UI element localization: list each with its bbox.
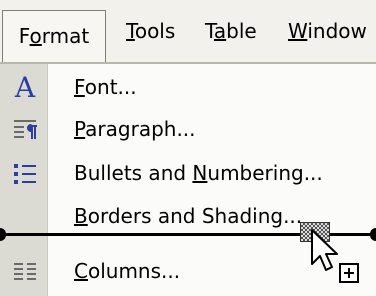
drop-line-right-cap — [370, 228, 376, 241]
paragraph-icon — [14, 120, 37, 139]
columns-icon — [14, 263, 36, 280]
menu-table-label: Table — [205, 19, 257, 43]
menu-item-bullets-label: Bullets and Numbering... — [74, 161, 323, 185]
menu-table[interactable]: Table — [205, 0, 257, 62]
menu-item-bullets-numbering[interactable]: Bullets and Numbering... — [0, 150, 376, 197]
menu-item-borders-label: Borders and Shading... — [74, 204, 303, 228]
menu-item-columns-label: Columns... — [74, 259, 181, 283]
menu-window[interactable]: Window — [288, 0, 367, 62]
font-icon: A — [14, 71, 36, 104]
menu-item-paragraph[interactable]: Paragraph... — [0, 106, 376, 153]
menu-tools[interactable]: Tools — [126, 0, 175, 62]
menu-item-font-label: Font... — [74, 75, 137, 99]
menu-format-label: Format — [18, 24, 90, 48]
menu-tools-label: Tools — [126, 19, 176, 43]
bullets-numbering-icon — [14, 164, 36, 184]
menu-format[interactable]: Format — [2, 10, 106, 62]
menu-window-label: Window — [288, 19, 367, 43]
move-copy-cursor — [311, 229, 359, 283]
menu-item-font[interactable]: A Font... — [0, 64, 376, 111]
menu-item-paragraph-label: Paragraph... — [74, 117, 196, 141]
